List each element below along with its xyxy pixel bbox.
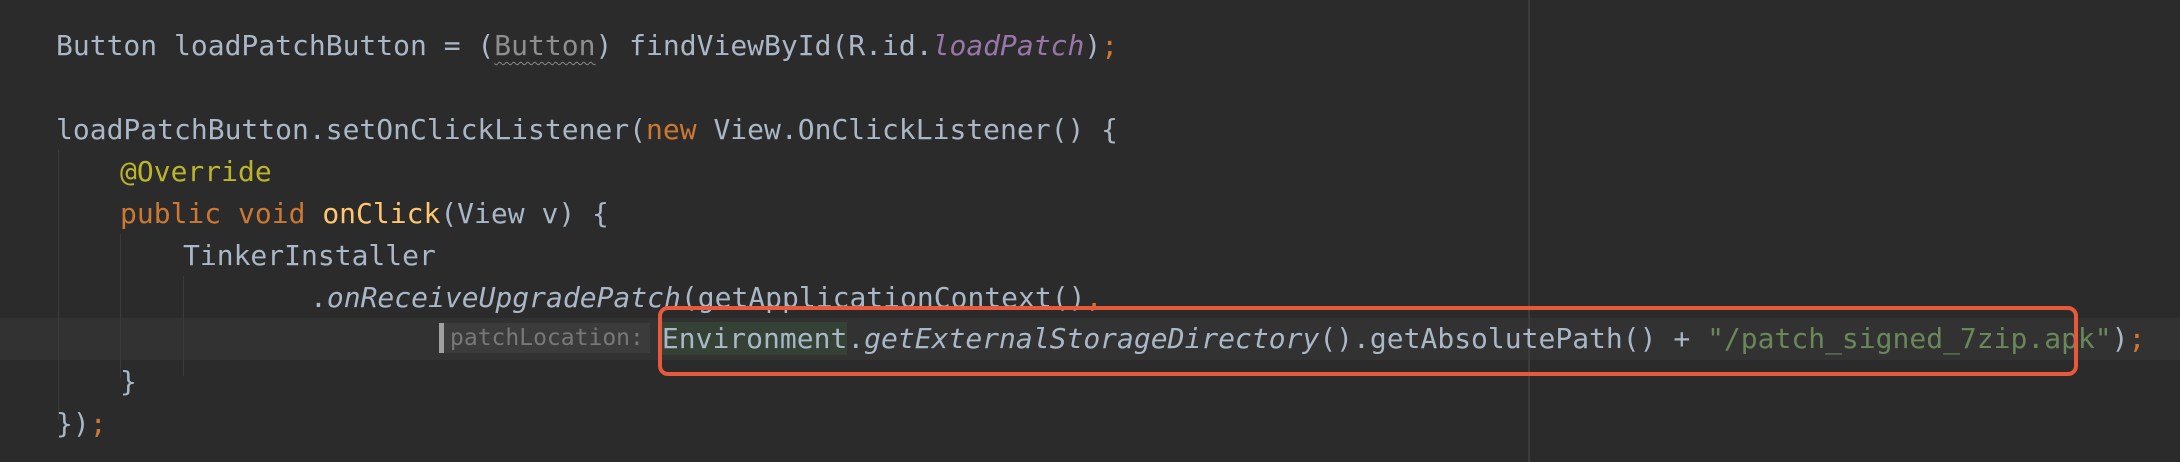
- keyword-token: new: [646, 113, 697, 146]
- semicolon-token: ;: [2128, 322, 2146, 355]
- keyword-token: void: [221, 197, 323, 230]
- indent-guide: [120, 234, 121, 378]
- field-token: loadPatch: [932, 29, 1085, 62]
- keyword-token: public: [120, 197, 222, 230]
- code-token: ): [1084, 29, 1102, 62]
- parameter-name-hint: patchLocation:: [439, 323, 650, 353]
- right-margin-guide: [1528, 0, 1530, 462]
- indent-guide: [183, 276, 184, 376]
- code-token: ): [2111, 322, 2129, 355]
- code-token: loadPatchButton.setOnClickListener(: [56, 113, 647, 146]
- code-line-9[interactable]: });: [56, 403, 107, 445]
- code-line-4[interactable]: public void onClick(View v) {: [120, 193, 609, 235]
- code-token: .: [310, 281, 327, 314]
- method-name-token: onClick: [322, 197, 441, 230]
- code-token: View.OnClickListener() {: [696, 113, 1119, 146]
- static-method-token: onReceiveUpgradePatch: [326, 281, 681, 314]
- annotation-highlight-box: [658, 306, 2078, 376]
- indent-guide: [58, 150, 59, 420]
- code-line-8[interactable]: }: [120, 361, 137, 403]
- code-line-3[interactable]: @Override: [120, 151, 272, 193]
- code-token: TinkerInstaller: [183, 239, 436, 272]
- code-editor[interactable]: Button loadPatchButton = (Button) findVi…: [0, 0, 2180, 462]
- annotation-token: @Override: [120, 155, 272, 188]
- semicolon-token: ;: [1101, 29, 1119, 62]
- redundant-cast-token[interactable]: Button: [494, 29, 595, 62]
- code-token: ) findViewById(R.id.: [595, 29, 933, 62]
- closing-brace-token: }: [120, 365, 137, 398]
- code-token: Button loadPatchButton = (: [56, 29, 495, 62]
- code-line-2[interactable]: loadPatchButton.setOnClickListener(new V…: [56, 109, 1118, 151]
- semicolon-token: ;: [89, 407, 107, 440]
- code-token: (View v) {: [440, 197, 609, 230]
- closing-brace-token: }): [56, 407, 90, 440]
- code-line-5[interactable]: TinkerInstaller: [183, 235, 436, 277]
- code-line-1[interactable]: Button loadPatchButton = (Button) findVi…: [56, 25, 1118, 67]
